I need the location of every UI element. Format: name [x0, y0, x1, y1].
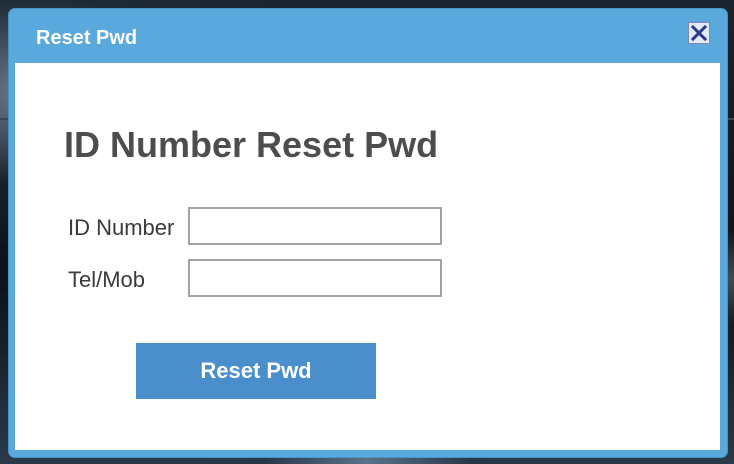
tel-mob-field[interactable]: [188, 259, 442, 297]
id-number-label: ID Number: [68, 215, 175, 240]
close-icon: [690, 24, 708, 42]
tel-mob-label: Tel/Mob: [68, 267, 146, 292]
dialog-header: Reset Pwd: [9, 9, 727, 63]
dialog-body: ID Number Reset Pwd ID Number Tel/Mob Re…: [15, 63, 720, 450]
id-number-field[interactable]: [188, 207, 442, 245]
reset-password-button[interactable]: Reset Pwd: [136, 343, 376, 399]
dialog-title: Reset Pwd: [36, 27, 138, 49]
form-heading: ID Number Reset Pwd: [64, 124, 439, 165]
reset-password-dialog: Reset Pwd ID Number Reset Pwd ID Number …: [9, 9, 727, 457]
close-button[interactable]: [688, 22, 710, 44]
